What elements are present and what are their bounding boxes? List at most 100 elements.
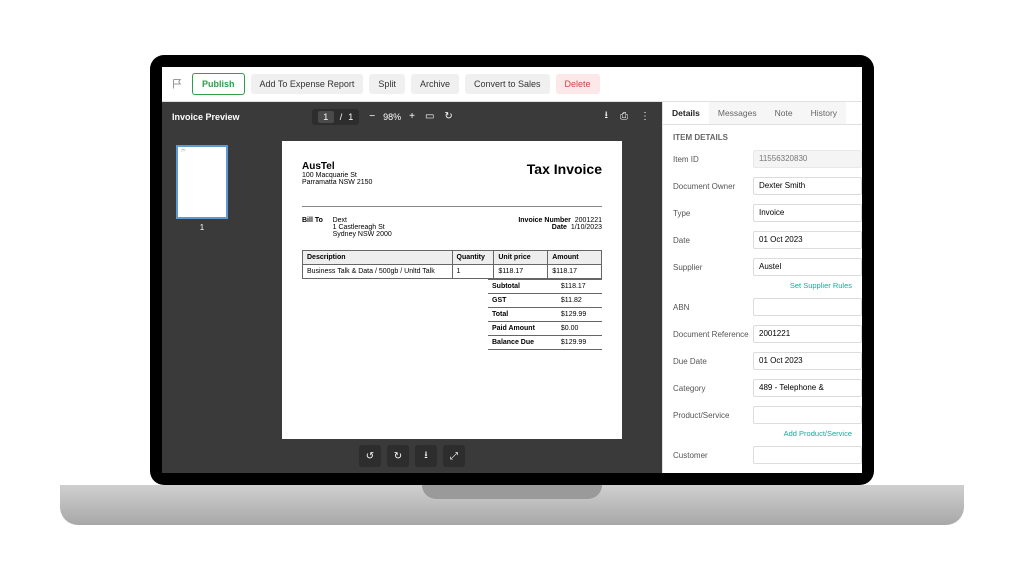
bill-to-addr1: 1 Castlereagh St — [333, 224, 385, 231]
company-block: AusTel 100 Macquarie St Parramatta NSW 2… — [302, 161, 372, 186]
document-panel[interactable]: AusTel 100 Macquarie St Parramatta NSW 2… — [242, 131, 662, 439]
more-icon[interactable]: ⋮ — [638, 108, 652, 125]
pdf-viewer: Invoice Preview / 1 − 98% + ▭ ↻ — [162, 102, 662, 473]
supplier-field[interactable]: Austel — [753, 258, 862, 276]
due-date-field[interactable]: 01 Oct 2023 — [753, 352, 862, 370]
delete-button[interactable]: Delete — [556, 74, 600, 94]
download-bottom-icon[interactable]: ⭳ — [415, 445, 437, 467]
laptop-frame: Publish Add To Expense Report Split Arch… — [150, 55, 874, 485]
pdf-toolbar: Invoice Preview / 1 − 98% + ▭ ↻ — [162, 102, 662, 131]
customer-label: Customer — [673, 451, 749, 460]
rotate-left-icon[interactable]: ↺ — [359, 445, 381, 467]
invoice-number-label: Invoice Number — [518, 217, 571, 224]
document-reference-label: Document Reference — [673, 330, 749, 339]
gst-label: GST — [488, 294, 557, 308]
col-amount: Amount — [548, 251, 602, 265]
line-desc: Business Talk & Data / 500gb / Unltd Tal… — [303, 265, 453, 279]
rotate-right-icon[interactable]: ↻ — [387, 445, 409, 467]
tab-history[interactable]: History — [802, 102, 846, 124]
subtotal-value: $118.17 — [557, 280, 602, 294]
rotate-icon[interactable]: ↻ — [442, 111, 454, 122]
supplier-label: Supplier — [673, 263, 749, 272]
page-thumbnail[interactable]: AusTel ────── ──── — [176, 145, 228, 219]
gst-value: $11.82 — [557, 294, 602, 308]
bill-to-name: Dext — [333, 217, 347, 224]
invoice-date: 1/10/2023 — [571, 224, 602, 231]
print-icon[interactable]: ⎙ — [618, 108, 630, 125]
total-value: $129.99 — [557, 308, 602, 322]
item-details-heading: ITEM DETAILS — [673, 133, 862, 142]
total-label: Total — [488, 308, 557, 322]
convert-to-sales-button[interactable]: Convert to Sales — [465, 74, 550, 94]
page-separator: / — [340, 112, 343, 122]
subtotal-label: Subtotal — [488, 280, 557, 294]
zoom-control: − 98% + ▭ ↻ — [367, 111, 455, 122]
publish-button[interactable]: Publish — [192, 73, 245, 95]
document-reference-field[interactable]: 2001221 — [753, 325, 862, 343]
company-addr2: Parramatta NSW 2150 — [302, 179, 372, 186]
company-addr1: 100 Macquarie St — [302, 172, 372, 179]
main-content: Invoice Preview / 1 − 98% + ▭ ↻ — [162, 102, 862, 473]
laptop-notch — [422, 485, 602, 499]
laptop-base — [60, 485, 964, 525]
add-to-expense-button[interactable]: Add To Expense Report — [251, 74, 364, 94]
invoice-title: Tax Invoice — [527, 161, 602, 186]
document-owner-label: Document Owner — [673, 182, 749, 191]
document-owner-field[interactable]: Dexter Smith — [753, 177, 862, 195]
zoom-in-button[interactable]: + — [407, 111, 417, 122]
page-total: 1 — [348, 112, 353, 122]
col-description: Description — [303, 251, 453, 265]
page-current-input[interactable] — [318, 111, 334, 123]
download-icon[interactable]: ⭳ — [603, 108, 611, 125]
pdf-title: Invoice Preview — [172, 112, 312, 122]
details-tabs: Details Messages Note History — [663, 102, 862, 125]
action-bar: Publish Add To Expense Report Split Arch… — [162, 67, 862, 102]
item-id-label: Item ID — [673, 155, 749, 164]
thumbnail-column: AusTel ────── ──── 1 — [162, 131, 242, 439]
customer-field[interactable] — [753, 446, 862, 464]
product-service-field[interactable] — [753, 406, 862, 424]
date-field[interactable]: 01 Oct 2023 — [753, 231, 862, 249]
details-panel: Details Messages Note History ITEM DETAI… — [662, 102, 862, 473]
item-id-field: 11556320830 — [753, 150, 862, 168]
flag-icon[interactable] — [172, 77, 186, 91]
tab-note[interactable]: Note — [766, 102, 802, 124]
split-button[interactable]: Split — [369, 74, 405, 94]
add-product-service-link[interactable]: Add Product/Service — [673, 429, 852, 438]
line-unit: $118.17 — [494, 265, 548, 279]
zoom-out-button[interactable]: − — [367, 111, 377, 122]
details-body: ITEM DETAILS Item ID 11556320830 Documen… — [663, 125, 862, 473]
invoice-document: AusTel 100 Macquarie St Parramatta NSW 2… — [282, 141, 622, 439]
balance-value: $129.99 — [557, 336, 602, 350]
invoice-meta: Invoice Number 2001221 Date 1/10/2023 — [452, 217, 602, 238]
tab-messages[interactable]: Messages — [709, 102, 766, 124]
type-label: Type — [673, 209, 749, 218]
bill-to-label: Bill To — [302, 217, 323, 224]
category-label: Category — [673, 384, 749, 393]
invoice-date-label: Date — [552, 224, 567, 231]
fullscreen-icon[interactable]: ⤢ — [443, 445, 465, 467]
col-unit-price: Unit price — [494, 251, 548, 265]
abn-label: ABN — [673, 303, 749, 312]
app-screen: Publish Add To Expense Report Split Arch… — [162, 67, 862, 473]
archive-button[interactable]: Archive — [411, 74, 459, 94]
zoom-level: 98% — [383, 112, 401, 122]
date-label: Date — [673, 236, 749, 245]
set-supplier-rules-link[interactable]: Set Supplier Rules — [673, 281, 852, 290]
totals-table: Subtotal$118.17 GST$11.82 Total$129.99 P… — [488, 279, 602, 350]
balance-label: Balance Due — [488, 336, 557, 350]
line-item-row: Business Talk & Data / 500gb / Unltd Tal… — [303, 265, 602, 279]
category-field[interactable]: 489 - Telephone & — [753, 379, 862, 397]
line-qty: 1 — [452, 265, 494, 279]
pdf-body: AusTel ────── ──── 1 AusTel 100 Macquari… — [162, 131, 662, 439]
line-amount: $118.17 — [548, 265, 602, 279]
abn-field[interactable] — [753, 298, 862, 316]
type-field[interactable]: Invoice — [753, 204, 862, 222]
company-name: AusTel — [302, 161, 372, 172]
paid-value: $0.00 — [557, 322, 602, 336]
tab-details[interactable]: Details — [663, 102, 709, 124]
pdf-bottom-bar: ↺ ↻ ⭳ ⤢ — [162, 439, 662, 473]
page-control: / 1 — [312, 109, 360, 125]
bill-to-addr2: Sydney NSW 2000 — [333, 231, 392, 238]
fit-width-icon[interactable]: ▭ — [423, 111, 436, 122]
